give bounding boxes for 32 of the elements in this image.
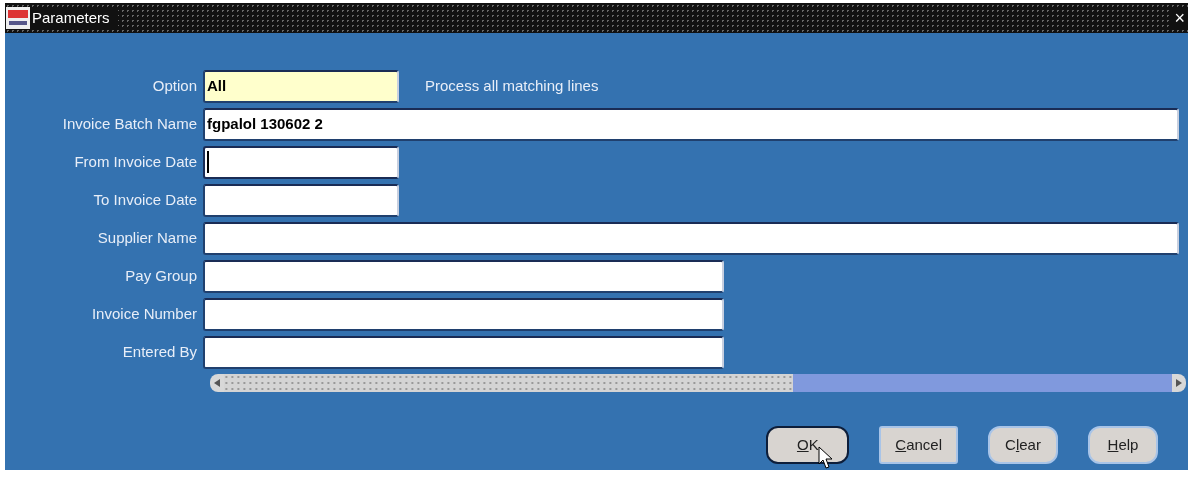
scroll-left-button[interactable] (210, 374, 224, 392)
input-field[interactable] (203, 183, 399, 217)
input-field[interactable] (203, 259, 724, 293)
input-field[interactable] (203, 335, 724, 369)
option-hint: Process all matching lines (425, 75, 599, 96)
close-button[interactable]: × (1171, 9, 1188, 27)
input-field[interactable] (203, 145, 399, 179)
input-field[interactable]: All (203, 69, 399, 103)
field-label: Pay Group (124, 265, 198, 286)
field-value: All (207, 75, 227, 96)
dialog-button[interactable]: Clear (988, 426, 1058, 464)
field-label: Invoice Batch Name (61, 113, 198, 134)
input-field[interactable] (203, 221, 1179, 255)
scrollbar-thumb[interactable] (224, 374, 793, 392)
dialog-button[interactable]: OK (766, 426, 850, 464)
field-label: From Invoice Date (73, 151, 198, 172)
input-field[interactable] (203, 297, 724, 331)
app-icon (6, 7, 30, 29)
field-label: Option (151, 75, 198, 96)
text-caret (207, 151, 209, 173)
left-arrow-icon (214, 379, 220, 387)
field-label: Invoice Number (90, 303, 198, 324)
input-field[interactable]: fgpalol 130602 2 (203, 107, 1179, 141)
dialog-button[interactable]: Cancel (879, 426, 958, 464)
field-label: Entered By (121, 341, 198, 362)
dialog-button[interactable]: Help (1088, 426, 1158, 464)
field-label: To Invoice Date (92, 189, 198, 210)
right-arrow-icon (1176, 379, 1182, 387)
scroll-right-button[interactable] (1172, 374, 1186, 392)
field-label: Supplier Name (96, 227, 198, 248)
field-value: fgpalol 130602 2 (207, 113, 323, 134)
mouse-pointer-icon (818, 446, 834, 470)
